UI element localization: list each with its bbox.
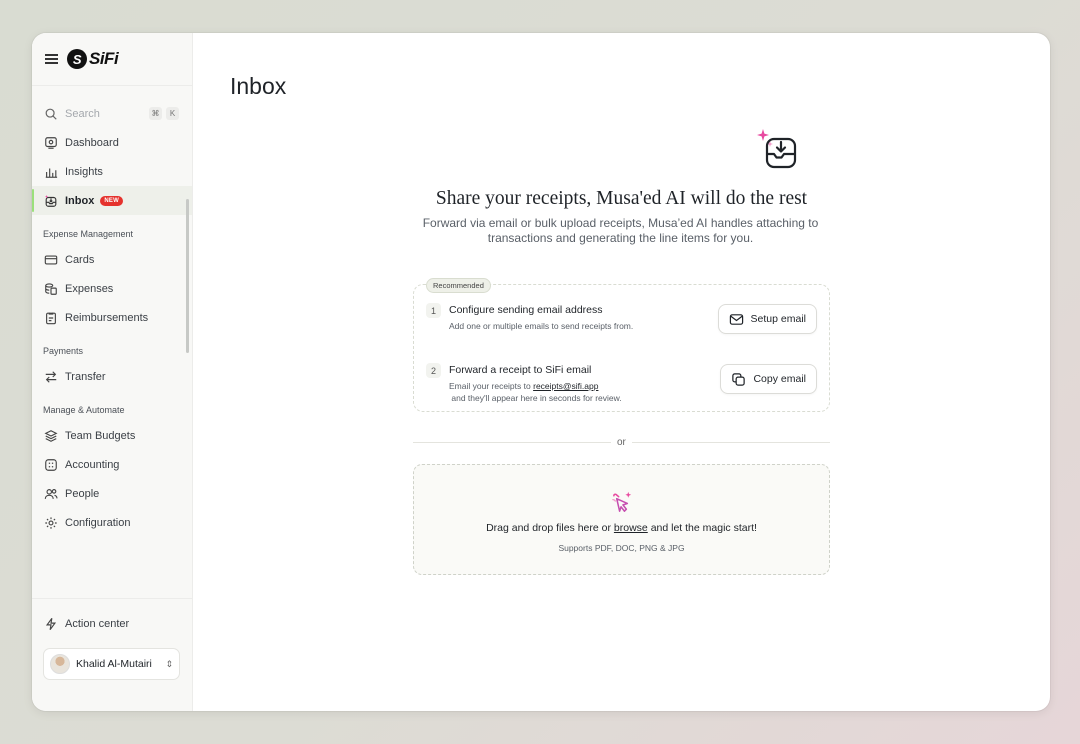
step-number: 2 [426,363,441,378]
search-icon [45,108,57,120]
or-divider: or [413,437,830,448]
lightning-icon [45,617,57,630]
section-title-manage: Manage & Automate [43,405,125,415]
gear-icon [45,516,57,529]
logo-mark-icon: S [67,49,87,69]
accounting-icon [45,458,57,471]
page-title: Inbox [230,73,287,99]
sidebar-item-configuration[interactable]: Configuration [32,508,192,537]
sidebar-nav: Search ⌘ K Dashboard Insights Inbox NEW … [32,86,192,537]
step-title: Configure sending email address [449,304,603,316]
section-title-payments: Payments [43,346,84,356]
insights-icon [45,168,58,178]
sidebar-item-label: Action center [65,617,130,630]
expenses-icon [45,282,57,295]
logo[interactable]: S SiFi [67,49,119,69]
sidebar-header: S SiFi [32,33,192,86]
layers-icon [44,429,58,442]
sidebar-item-label: Insights [65,165,103,178]
sidebar: S SiFi Search ⌘ K Dashboard Insights Inb… [32,33,193,711]
copy-email-label: Copy email [753,373,806,385]
sidebar-item-reimbursements[interactable]: Reimbursements [32,303,192,332]
main-content: Inbox Share your receipts, Musa'ed AI wi… [193,33,1050,711]
section-title-expense: Expense Management [43,229,134,239]
sidebar-item-action-center[interactable]: Action center [32,609,192,638]
sidebar-item-label: Reimbursements [65,311,149,324]
search-input[interactable]: Search ⌘ K [32,99,192,128]
sidebar-item-expenses[interactable]: Expenses [32,274,192,303]
menu-icon[interactable] [45,53,59,65]
sidebar-item-transfer[interactable]: Transfer [32,362,192,391]
dropzone-text-before: Drag and drop files here or [486,522,611,534]
app-window: S SiFi Search ⌘ K Dashboard Insights Inb… [32,33,1050,711]
step-desc-suffix: and they'll appear here in seconds for r… [451,393,622,403]
or-text: or [614,437,629,448]
hero-subtitle: Forward via email or bulk upload receipt… [422,216,819,245]
user-name: Khalid Al-Mutairi [76,658,152,670]
sidebar-footer: Action center Khalid Al-Mutairi ⇕ [32,598,192,711]
user-menu[interactable]: Khalid Al-Mutairi ⇕ [43,648,180,680]
sidebar-item-people[interactable]: People [32,479,192,508]
sidebar-item-dashboard[interactable]: Dashboard [32,128,192,157]
sidebar-item-label: Expenses [65,282,114,295]
new-badge: NEW [100,195,123,206]
sidebar-item-label: Accounting [65,458,120,471]
sidebar-item-label: Inbox [65,194,95,207]
sidebar-item-inbox[interactable]: Inbox NEW [32,186,192,215]
sidebar-item-label: Cards [65,253,95,266]
setup-email-label: Setup email [750,313,806,325]
sidebar-item-team-budgets[interactable]: Team Budgets [32,421,192,450]
copy-email-button[interactable]: Copy email [720,364,817,394]
search-shortcut: ⌘ K [149,107,179,120]
inbox-sparkle-icon [757,129,797,169]
hero-title: Share your receipts, Musa'ed AI will do … [435,188,808,209]
chevron-up-down-icon: ⇕ [165,658,173,669]
transfer-icon [45,370,57,383]
supported-formats: Supports PDF, DOC, PNG & JPG [558,543,685,553]
avatar [50,654,70,674]
step-description: Email your receipts to receipts@sifi.app… [449,380,622,404]
step-desc-prefix: Email your receipts to [449,381,531,391]
card-icon [44,254,58,265]
k-key: K [166,107,179,120]
step-number: 1 [426,303,441,318]
step-forward-receipt: 2 Forward a receipt to SiFi email Email … [426,359,817,404]
sidebar-item-insights[interactable]: Insights [32,157,192,186]
sidebar-scrollbar[interactable] [186,199,189,353]
sidebar-item-label: People [65,487,100,500]
browse-link[interactable]: browse [614,522,648,534]
file-dropzone[interactable]: Drag and drop files here or browse and l… [413,464,830,575]
dropzone-text-after: and let the magic start! [650,522,757,534]
copy-icon [732,372,746,386]
sidebar-item-label: Dashboard [65,136,119,149]
command-key: ⌘ [149,107,162,120]
step-configure-email: 1 Configure sending email address Add on… [426,299,817,344]
recommended-badge: Recommended [426,278,491,293]
dropzone-text: Drag and drop files here or browse and l… [414,522,829,534]
sidebar-item-accounting[interactable]: Accounting [32,450,192,479]
magic-pointer-icon [612,491,632,512]
reimbursements-icon [46,312,56,324]
sidebar-item-label: Configuration [65,516,131,529]
step-title: Forward a receipt to SiFi email [449,364,592,376]
sidebar-item-label: Transfer [65,370,106,383]
inbox-icon [44,194,57,207]
receipts-email-link[interactable]: receipts@sifi.app [533,381,598,391]
sidebar-item-cards[interactable]: Cards [32,245,192,274]
email-setup-card: Recommended 1 Configure sending email ad… [413,278,830,412]
step-description: Add one or multiple emails to send recei… [449,321,634,331]
people-icon [44,488,58,499]
sidebar-item-label: Team Budgets [65,429,136,442]
setup-email-button[interactable]: Setup email [717,304,817,334]
dashboard-icon [45,136,57,149]
logo-text: SiFi [89,49,119,68]
search-label: Search [65,107,100,120]
mail-icon [729,313,743,325]
